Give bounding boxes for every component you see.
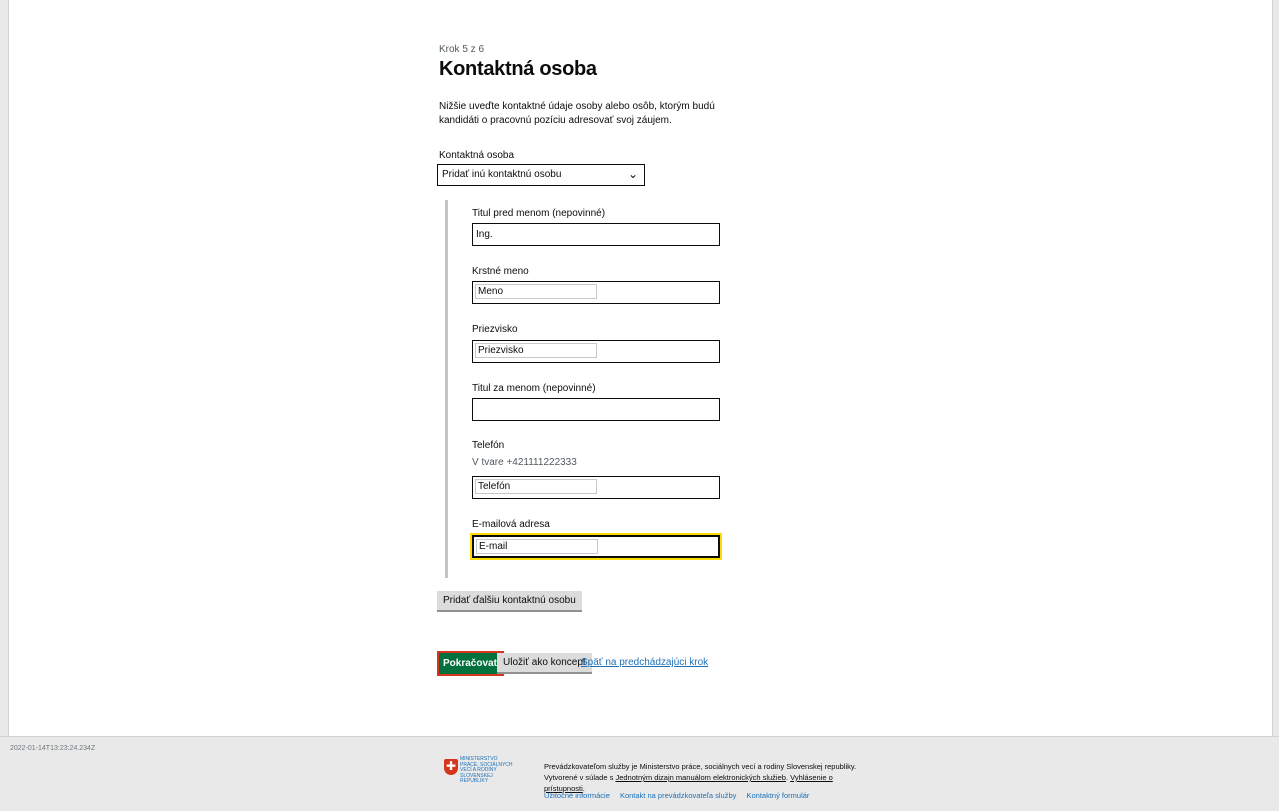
footer-link-contact-form[interactable]: Kontaktný formulár [746,791,809,800]
title-before-label: Titul pred menom (nepovinné) [472,208,606,219]
back-link[interactable]: Späť na predchádzajúci krok [581,657,708,668]
title-after-input[interactable] [472,398,720,421]
chevron-down-icon: ⌄ [627,167,638,181]
last-name-label: Priezvisko [472,324,518,335]
title-after-label: Titul za menom (nepovinné) [472,383,596,394]
contact-select-label: Kontaktná osoba [439,150,515,161]
email-input[interactable]: E-mail [472,535,720,558]
last-name-input[interactable]: Priezvisko [472,340,720,363]
save-draft-button[interactable]: Uložiť ako koncept [497,653,592,674]
contact-select[interactable]: Pridať inú kontaktnú osobu ⌄ [437,164,645,186]
footer: 2022-01-14T13:23:24.234Z ✚ MINISTERSTVO … [0,736,1279,811]
continue-button[interactable]: Pokračovať [437,651,505,676]
step-caption: Krok 5 z 6 [439,44,485,55]
page-title: Kontaktná osoba [439,58,597,80]
timestamp: 2022-01-14T13:23:24.234Z [10,745,96,752]
first-name-value: Meno [475,284,597,299]
page-frame: Krok 5 z 6 Kontaktná osoba Nižšie uveďte… [8,0,1273,736]
ministry-logo[interactable]: ✚ MINISTERSTVO PRÁCE, SOCIÁLNYCH VECÍ A … [444,756,514,793]
phone-input[interactable]: Telefón [472,476,720,499]
lead-text: Nižšie uveďte kontaktné údaje osoby aleb… [439,101,715,126]
phone-hint: V tvare +421111222333 [472,457,577,468]
design-manual-link[interactable]: Jednotným dizajn manuálom elektronických… [615,773,786,782]
footer-link-useful-info[interactable]: Užitočné informácie [544,791,610,800]
coat-of-arms-icon: ✚ [444,759,458,775]
phone-value: Telefón [475,479,597,494]
ministry-logo-text: MINISTERSTVO PRÁCE, SOCIÁLNYCH VECÍ A RO… [460,756,513,784]
contact-fieldset: Titul pred menom (nepovinné) Ing. Krstné… [445,200,748,578]
last-name-value: Priezvisko [475,343,597,358]
email-label: E-mailová adresa [472,519,550,530]
email-value: E-mail [476,539,598,554]
first-name-input[interactable]: Meno [472,281,720,304]
footer-operator-text: Prevádzkovateľom služby je Ministerstvo … [544,762,857,793]
contact-select-value: Pridať inú kontaktnú osobu [442,169,562,180]
title-before-value: Ing. [476,229,493,240]
first-name-label: Krstné meno [472,266,529,277]
footer-links: Užitočné informácie Kontakt na prevádzko… [544,791,817,800]
add-contact-button[interactable]: Pridať ďalšiu kontaktnú osobu [437,591,582,612]
title-before-input[interactable]: Ing. [472,223,720,246]
phone-label: Telefón [472,440,505,451]
footer-link-operator-contact[interactable]: Kontakt na prevádzkovateľa služby [620,791,736,800]
